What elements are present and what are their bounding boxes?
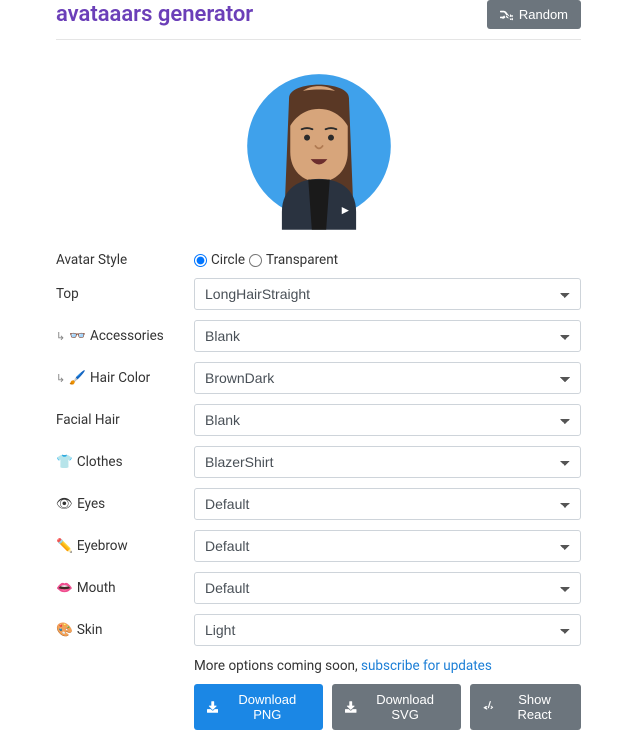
style-circle-option[interactable]: Circle bbox=[194, 252, 245, 268]
shirt-icon: 👕 bbox=[56, 454, 73, 470]
glasses-icon: 👓 bbox=[69, 328, 86, 344]
style-transparent-option[interactable]: Transparent bbox=[249, 252, 338, 268]
style-transparent-radio[interactable] bbox=[249, 254, 262, 267]
mouth-label: 👄 Mouth bbox=[56, 580, 194, 596]
random-button-label: Random bbox=[519, 7, 568, 22]
show-react-button[interactable]: Show React bbox=[470, 684, 581, 730]
avatar-style-label: Avatar Style bbox=[56, 252, 194, 268]
eyebrow-icon: ✏️ bbox=[56, 538, 73, 554]
shuffle-icon bbox=[500, 8, 513, 21]
mouth-select[interactable]: Default bbox=[194, 572, 581, 604]
palette-icon: 🎨 bbox=[56, 622, 73, 638]
page-title: avataaars generator bbox=[56, 2, 253, 27]
download-png-button[interactable]: Download PNG bbox=[194, 684, 323, 730]
hair-color-select[interactable]: BrownDark bbox=[194, 362, 581, 394]
mouth-icon: 👄 bbox=[56, 580, 73, 596]
skin-select[interactable]: Light bbox=[194, 614, 581, 646]
subitem-icon: ↳ bbox=[56, 330, 65, 343]
download-svg-button[interactable]: Download SVG bbox=[332, 684, 460, 730]
facial-hair-label: Facial Hair bbox=[56, 412, 194, 428]
brush-icon: 🖌️ bbox=[69, 370, 86, 386]
download-icon bbox=[207, 701, 218, 713]
eyes-label: 👁 Eyes bbox=[56, 496, 194, 512]
eyebrow-select[interactable]: Default bbox=[194, 530, 581, 562]
hair-color-label: ↳ 🖌️ Hair Color bbox=[56, 370, 194, 386]
accessories-label: ↳ 👓 Accessories bbox=[56, 328, 194, 344]
code-icon bbox=[483, 701, 495, 714]
download-icon bbox=[345, 701, 356, 713]
skin-label: 🎨 Skin bbox=[56, 622, 194, 638]
avatar-preview bbox=[240, 60, 398, 232]
eye-icon: 👁 bbox=[56, 496, 73, 512]
style-circle-radio[interactable] bbox=[194, 254, 207, 267]
subscribe-link[interactable]: subscribe for updates bbox=[361, 658, 492, 674]
footer-text: More options coming soon, subscribe for … bbox=[194, 658, 581, 674]
random-button[interactable]: Random bbox=[487, 0, 581, 29]
top-label: Top bbox=[56, 286, 194, 302]
top-select[interactable]: LongHairStraight bbox=[194, 278, 581, 310]
clothes-select[interactable]: BlazerShirt bbox=[194, 446, 581, 478]
accessories-select[interactable]: Blank bbox=[194, 320, 581, 352]
facial-hair-select[interactable]: Blank bbox=[194, 404, 581, 436]
eyes-select[interactable]: Default bbox=[194, 488, 581, 520]
subitem-icon: ↳ bbox=[56, 372, 65, 385]
eyebrow-label: ✏️ Eyebrow bbox=[56, 538, 194, 554]
clothes-label: 👕 Clothes bbox=[56, 454, 194, 470]
